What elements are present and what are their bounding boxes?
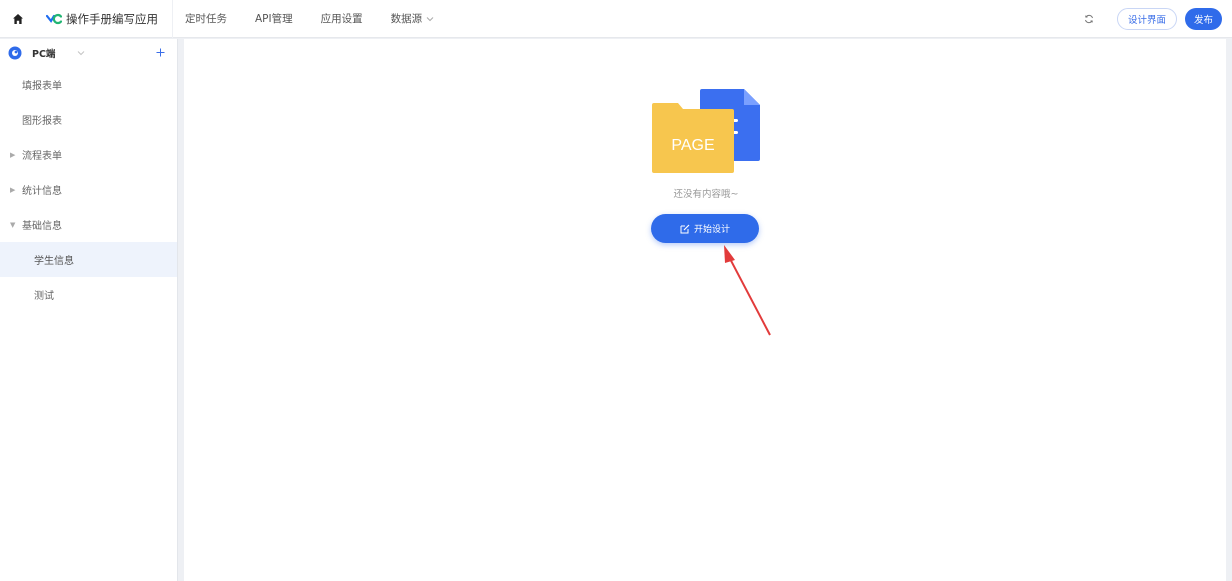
- design-view-button[interactable]: 设计界面: [1116, 7, 1177, 30]
- sidebar-item-student-info[interactable]: 学生信息: [0, 242, 177, 277]
- chevron-down-icon: [426, 16, 434, 21]
- app-name: 操作手册编写应用: [66, 11, 158, 26]
- add-page-button[interactable]: [156, 45, 165, 61]
- home-icon: [13, 13, 23, 24]
- edit-icon: [680, 224, 690, 233]
- sidebar-item-graph-report[interactable]: 图形报表: [0, 102, 177, 137]
- home-button[interactable]: [0, 0, 36, 38]
- sidebar-item-label: 流程表单: [22, 151, 62, 162]
- nav-item-api-management[interactable]: API管理: [255, 11, 293, 26]
- chevron-down-icon[interactable]: [77, 50, 85, 56]
- sidebar-item-test[interactable]: 测试: [0, 277, 177, 312]
- caret-right-icon: ▶: [10, 185, 16, 194]
- nav-item-datasource-label: 数据源: [390, 13, 423, 25]
- sidebar: PC端 填报表单 图形报表 ▶ 流程表单 ▶ 统计信息 ▼ 基础信息 学生信息 …: [0, 39, 178, 581]
- top-actions: 设计界面 发布: [1079, 0, 1232, 38]
- sidebar-header: PC端: [0, 39, 177, 67]
- top-bar: 操作手册编写应用 定时任务 API管理 应用设置 数据源 设计界面 发布: [0, 0, 1232, 38]
- publish-button[interactable]: 发布: [1184, 7, 1222, 30]
- sidebar-item-process-form[interactable]: ▶ 流程表单: [0, 137, 177, 172]
- refresh-button[interactable]: [1079, 9, 1099, 29]
- sidebar-item-label: 基础信息: [22, 221, 62, 232]
- caret-right-icon: ▶: [10, 150, 16, 159]
- sidebar-item-fill-form[interactable]: 填报表单: [0, 67, 177, 102]
- sidebar-item-basic-info[interactable]: ▼ 基础信息: [0, 207, 177, 242]
- nav-item-app-settings[interactable]: 应用设置: [321, 11, 363, 26]
- sidebar-item-statistics[interactable]: ▶ 统计信息: [0, 172, 177, 207]
- pc-logo-icon: [8, 46, 22, 60]
- caret-down-icon: ▼: [10, 220, 16, 229]
- refresh-icon: [1084, 14, 1093, 23]
- app-brand[interactable]: 操作手册编写应用: [36, 0, 173, 38]
- nav-item-datasource[interactable]: 数据源: [391, 11, 435, 26]
- app-logo-icon: [46, 13, 62, 24]
- sidebar-title[interactable]: PC端: [32, 46, 55, 60]
- top-nav: 定时任务 API管理 应用设置 数据源: [173, 0, 462, 38]
- sidebar-item-label: 统计信息: [22, 186, 62, 197]
- start-design-button[interactable]: 开始设计: [651, 214, 759, 243]
- page-label: PAGE: [671, 137, 714, 154]
- plus-icon: [156, 48, 165, 57]
- nav-item-scheduled-tasks[interactable]: 定时任务: [185, 11, 227, 26]
- main-canvas: PAGE 还没有内容哦~ 开始设计: [184, 39, 1226, 581]
- empty-text: 还没有内容哦~: [673, 189, 739, 200]
- empty-page-illustration: PAGE: [652, 89, 760, 173]
- empty-state: PAGE 还没有内容哦~: [652, 87, 760, 200]
- start-design-label: 开始设计: [693, 225, 730, 235]
